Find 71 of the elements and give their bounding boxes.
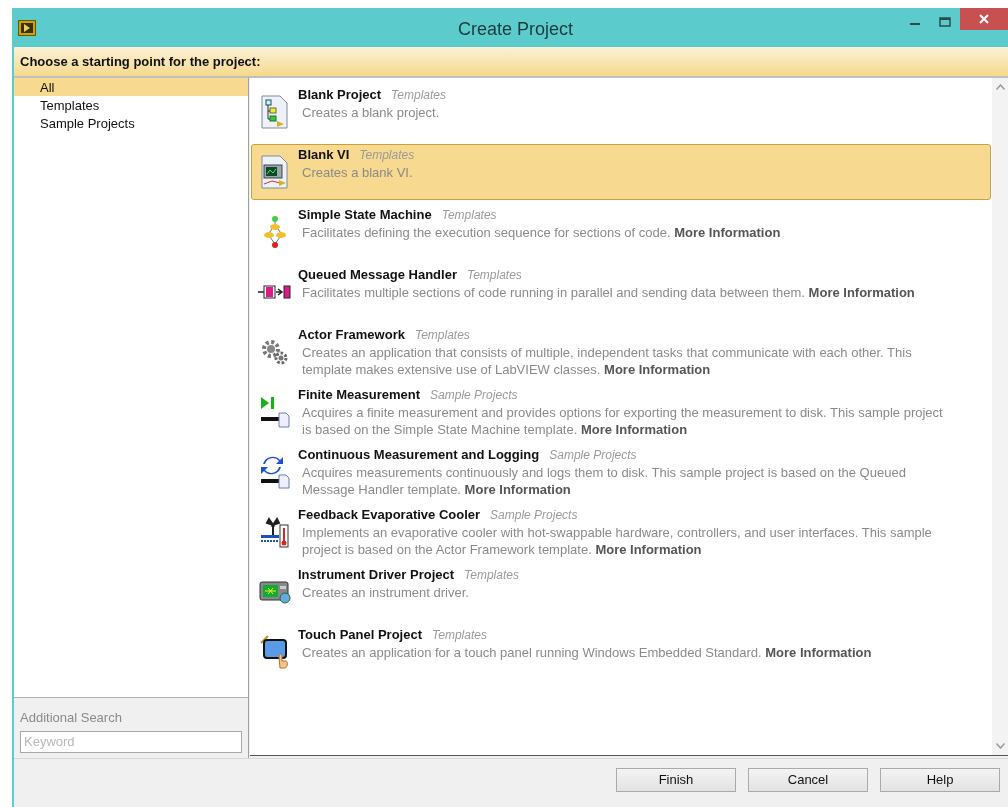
item-category: Templates [391,87,446,104]
item-category: Sample Projects [549,447,637,464]
template-icon [263,215,287,249]
item-category: Templates [359,147,415,164]
template-item[interactable]: Simple State Machine Templates Facilitates defining the execution sequence for sections of code. More Information [251,204,991,260]
item-description: Creates an instrument driver. [301,584,470,601]
dialog-button[interactable]: Finish [616,768,736,792]
more-information-link[interactable]: More Information [808,285,915,300]
item-category: Templates [466,267,522,284]
more-information-link[interactable]: More Information [595,542,702,557]
item-description: Creates a blank project. [301,104,441,121]
item-category: Templates [441,207,497,224]
template-item[interactable]: Instrument Driver Project Templates Creates an instrument driver. [251,564,991,620]
scroll-down-icon[interactable] [995,743,1005,749]
template-item[interactable]: Blank Project Templates Creates a blank project. [251,84,991,140]
category-item[interactable]: Templates [14,96,248,114]
template-icon [261,339,289,365]
item-description: Facilitates multiple sections of code running in parallel and sending data between them. More Information [301,284,916,301]
more-information-link[interactable]: More Information [674,225,781,240]
item-description: Acquires measurements continuously and logs them to disk. This sample project is based on the Queued Message Handler template. More Information [301,464,907,498]
maximize-icon [939,17,951,27]
item-category: Templates [414,327,470,344]
scroll-up-icon[interactable] [995,84,1005,90]
close-icon [979,14,989,24]
more-information-link[interactable]: More Information [464,482,571,497]
item-title: Blank Project [298,86,382,104]
template-item[interactable]: Actor Framework Templates Creates an application that consists of multiple, independent tasks that communicate with each other. This template makes extensive use of LabVIEW classes. More Information [251,324,991,380]
keyword-field[interactable]: Keyword [20,730,242,753]
template-icon [259,515,291,549]
item-title: Feedback Evaporative Cooler [298,506,481,524]
template-icon [259,635,291,669]
close-button[interactable] [960,8,1008,30]
more-information-link[interactable]: More Information [765,645,872,660]
item-title: Touch Panel Project [298,626,422,644]
header-banner: Choose a starting point for the project: [14,47,1008,78]
template-icon [260,95,290,129]
template-item[interactable]: Touch Panel Project Templates Creates an application for a touch panel running Windows Embedded Standard. More Information [251,624,991,680]
template-item[interactable]: Blank VI Templates Creates a blank VI. [251,144,991,200]
item-description: Implements an evaporative cooler with hot-swappable hardware, controllers, and user interfaces. This sample project is based on the Actor Framework template. More Information [301,524,933,558]
item-title: Instrument Driver Project [298,566,455,584]
template-item[interactable]: Queued Message Handler Templates Facilitates multiple sections of code running in parallel and sending data between them. More Information [251,264,991,320]
item-title: Blank VI [298,146,350,164]
item-title: Simple State Machine [298,206,432,224]
item-description: Facilitates defining the execution sequence for sections of code. More Information [301,224,782,241]
item-category: Templates [464,567,519,584]
category-item[interactable]: Sample Projects [14,114,248,132]
item-description: Creates a blank VI. [301,164,414,181]
item-category: Sample Projects [490,507,578,524]
item-description: Creates an application that consists of multiple, independent tasks that communicate with each other. This template makes extensive use of LabVIEW classes. More Information [301,344,913,378]
window-title: Create Project [458,18,574,41]
dialog-button[interactable]: Help [880,768,1000,792]
item-category: Templates [432,627,487,644]
item-title: Continuous Measurement and Logging [298,446,540,464]
item-title: Queued Message Handler [298,266,457,284]
dialog-button[interactable]: Cancel [748,768,868,792]
template-icon [259,455,291,489]
template-icon [260,155,290,189]
item-description: Creates an application for a touch panel running Windows Embedded Standard. More Information [301,644,873,661]
more-information-link[interactable]: More Information [580,422,688,437]
app-icon [18,19,36,36]
item-title: Finite Measurement [298,386,421,404]
item-description: Acquires a finite measurement and provides options for exporting the measurement to disk. This sample project is based on the Simple State Machine template. More Information [301,404,944,438]
search-label: Additional Search [20,709,123,727]
template-icon [259,395,291,429]
template-item[interactable]: Continuous Measurement and Logging Sample Projects Acquires measurements continuously and logs them to disk. This sample project is based on the Queued Message Handler template. More Information [251,444,991,500]
item-title: Actor Framework [298,326,405,344]
template-icon [259,580,291,604]
template-icon [258,285,292,299]
item-category: Sample Projects [430,387,518,404]
more-information-link[interactable]: More Information [604,362,711,377]
category-item[interactable]: All [14,78,248,96]
